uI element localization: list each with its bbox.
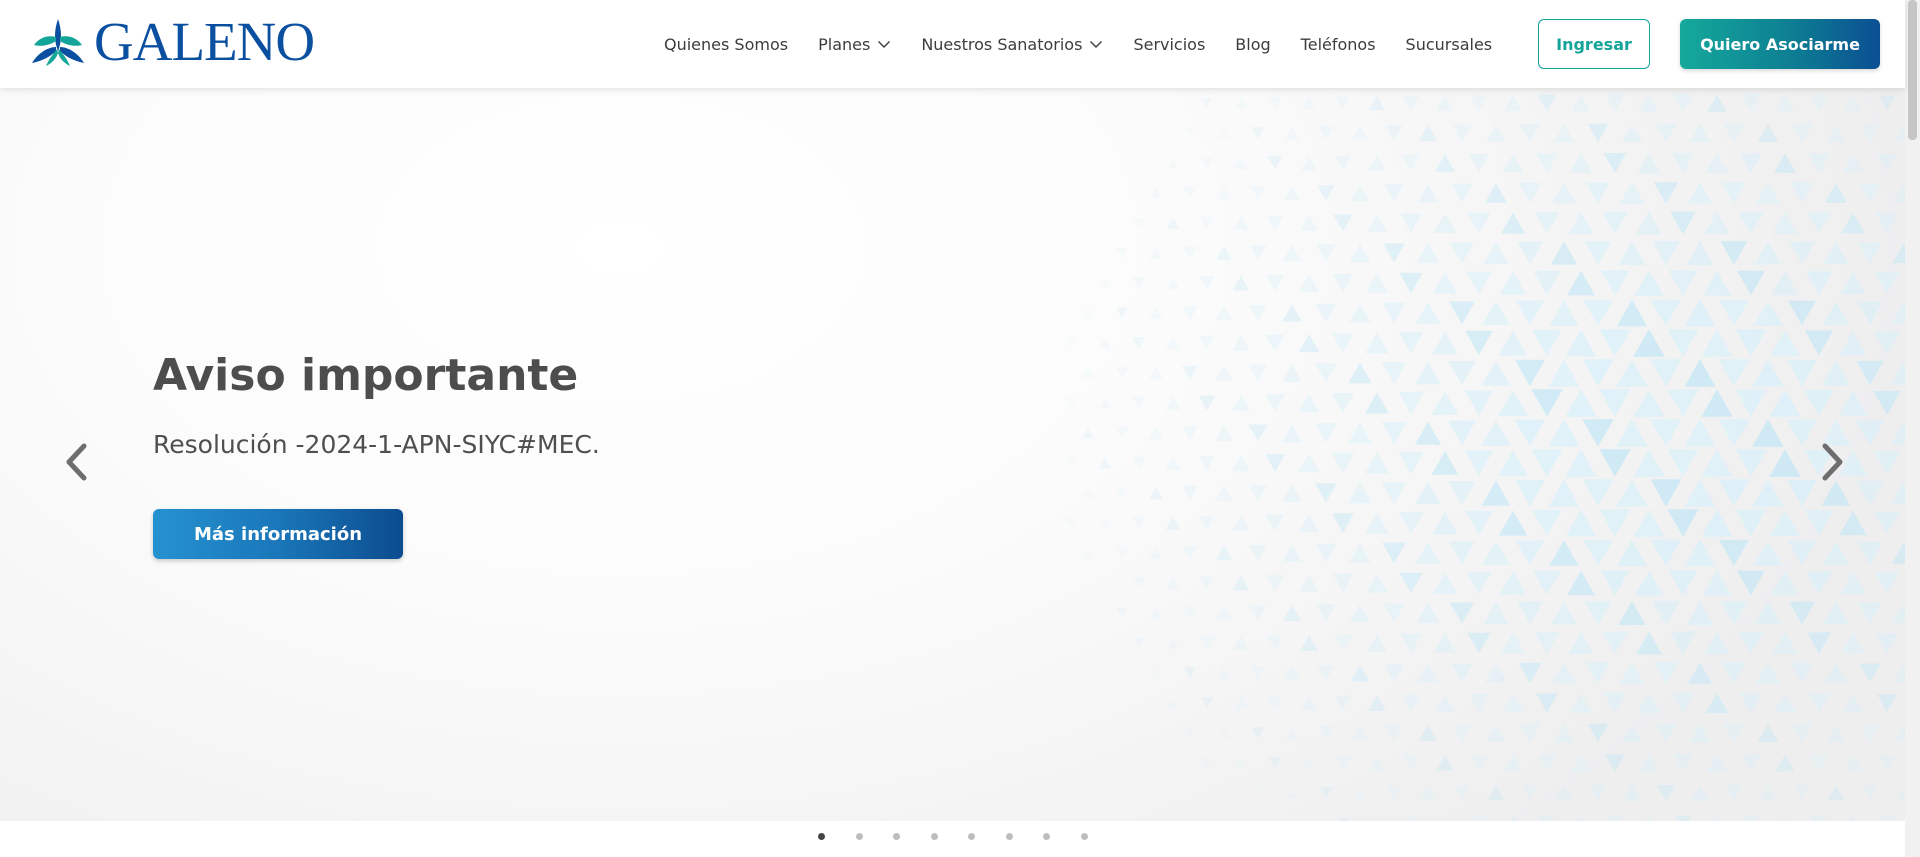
carousel-dot[interactable] [818, 833, 825, 840]
carousel-dot[interactable] [930, 833, 938, 840]
site-header: GALENO Quienes Somos Planes Nuestros San… [0, 0, 1905, 88]
nav-item-servicios[interactable]: Servicios [1133, 35, 1205, 54]
carousel-pagination [818, 833, 1118, 840]
main-nav: Quienes Somos Planes Nuestros Sanatorios… [664, 0, 1522, 88]
nav-item-label: Teléfonos [1300, 34, 1376, 54]
nav-item-sucursales[interactable]: Sucursales [1406, 35, 1493, 54]
nav-item-quienes-somos[interactable]: Quienes Somos [664, 35, 788, 54]
nav-item-telefonos[interactable]: Teléfonos [1301, 35, 1376, 54]
galeno-logo[interactable]: GALENO [30, 11, 315, 72]
nav-item-label: Blog [1235, 34, 1271, 54]
nav-item-label: Planes [818, 34, 871, 54]
chevron-right-icon [1822, 443, 1843, 481]
nav-item-label: Nuestros Sanatorios [921, 34, 1083, 54]
carousel-prev-button[interactable] [56, 434, 96, 490]
nav-item-blog[interactable]: Blog [1235, 35, 1270, 54]
join-button[interactable]: Quiero Asociarme [1680, 19, 1880, 69]
nav-item-nuestros-sanatorios[interactable]: Nuestros Sanatorios [921, 35, 1103, 54]
hero-subtitle: Resolución -2024-1-APN-SIYC#MEC. [153, 430, 600, 459]
brand-name: GALENO [94, 11, 315, 72]
more-info-button[interactable]: Más información [153, 509, 403, 559]
carousel-dot[interactable] [968, 833, 975, 840]
login-button[interactable]: Ingresar [1538, 19, 1650, 69]
carousel-dot[interactable] [855, 833, 863, 840]
nav-item-label: Quienes Somos [664, 34, 789, 54]
nav-item-label: Servicios [1133, 34, 1206, 54]
page-scrollbar[interactable] [1905, 0, 1920, 857]
hero-title: Aviso importante [153, 350, 579, 401]
chevron-down-icon [1090, 41, 1103, 48]
nav-item-planes[interactable]: Planes [818, 35, 891, 54]
hero-carousel: Aviso importante Resolución -2024-1-APN-… [0, 88, 1905, 821]
carousel-dot[interactable] [1043, 833, 1050, 840]
carousel-dot[interactable] [1005, 833, 1013, 840]
galeno-leaf-icon [32, 19, 84, 66]
nav-item-label: Sucursales [1405, 34, 1493, 54]
carousel-dot[interactable] [1080, 833, 1088, 840]
carousel-dot[interactable] [893, 833, 900, 840]
chevron-left-icon [66, 443, 87, 481]
scrollbar-thumb[interactable] [1908, 0, 1917, 140]
carousel-next-button[interactable] [1813, 434, 1853, 490]
chevron-down-icon [878, 41, 891, 48]
